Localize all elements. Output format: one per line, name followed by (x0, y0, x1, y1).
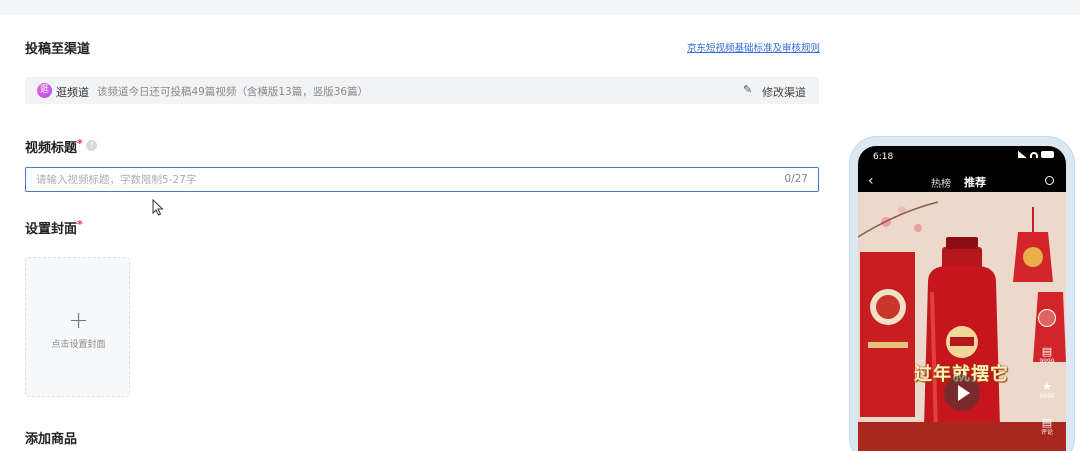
side-action-3: ▤ 评论 (1036, 417, 1058, 437)
preview-navbar: ‹ 热榜 推荐 (858, 170, 1066, 192)
cover-label: 设置封面* (25, 218, 83, 237)
question-circle-icon[interactable]: ? (86, 140, 97, 151)
battery-icon (1041, 151, 1054, 158)
video-title-label: 视频标题* (25, 137, 83, 156)
phone-preview-screen: 6:18 ‹ 热榜 推荐 ▤ 9999 ★ 9999 ▤ 评论 (858, 146, 1066, 451)
creator-avatar (1038, 309, 1056, 327)
channel-quota-text: 该频道今日还可投稿49篇视频（含横版13篇，竖版36篇） (97, 86, 369, 98)
side-action-1-count: 9999 (1039, 358, 1055, 365)
set-cover-label: 点击设置封面 (51, 340, 106, 350)
tab-recommend: 推荐 (964, 176, 986, 189)
back-icon: ‹ (868, 173, 874, 189)
side-action-2-count: 9999 (1039, 393, 1055, 400)
side-action-1: ▤ 9999 (1036, 346, 1058, 366)
comment-icon: ▤ (1041, 416, 1053, 429)
tab-hot: 热榜 (931, 179, 951, 190)
video-title-label-text: 视频标题 (25, 141, 78, 156)
video-preview: 过年就摆它 (858, 192, 1066, 451)
channel-bar: 逛 逛频道 该频道今日还可投稿49篇视频（含横版13篇，竖版36篇） ✎ 修改渠… (25, 77, 819, 104)
pencil-icon[interactable]: ✎ (743, 83, 752, 96)
cover-label-text: 设置封面 (25, 222, 78, 237)
play-icon (944, 375, 980, 411)
star-icon: ★ (1042, 380, 1052, 393)
plus-icon: + (68, 306, 89, 334)
status-time: 6:18 (873, 152, 894, 162)
modify-channel-button[interactable]: 修改渠道 (762, 84, 806, 100)
video-title-input[interactable] (26, 168, 766, 191)
wifi-icon (1030, 151, 1038, 158)
video-thumbnail-image (858, 192, 1066, 451)
status-icons (1018, 151, 1054, 158)
add-products-title: 添加商品 (25, 432, 78, 447)
required-mark: * (77, 137, 83, 150)
signal-icon (1018, 151, 1027, 158)
search-icon (1045, 176, 1054, 185)
side-action-2: ★ 9999 (1036, 381, 1058, 401)
comment-icon: ▤ (1041, 345, 1053, 358)
channel-section-title: 投稿至渠道 (25, 42, 91, 57)
status-bar: 6:18 (858, 146, 1066, 166)
review-rules-link[interactable]: 京东短视频基础标准及审核规则 (687, 40, 820, 54)
set-cover-button[interactable]: + 点击设置封面 (25, 257, 130, 397)
channel-logo-icon: 逛 (37, 83, 52, 98)
mouse-cursor-icon (152, 199, 164, 216)
side-action-3-count: 评论 (1040, 429, 1053, 436)
required-mark: * (77, 218, 83, 231)
top-bar (0, 0, 1080, 15)
channel-name: 逛频道 (56, 86, 89, 99)
video-title-field: 0/27 (25, 167, 819, 192)
title-char-counter: 0/27 (784, 173, 808, 185)
